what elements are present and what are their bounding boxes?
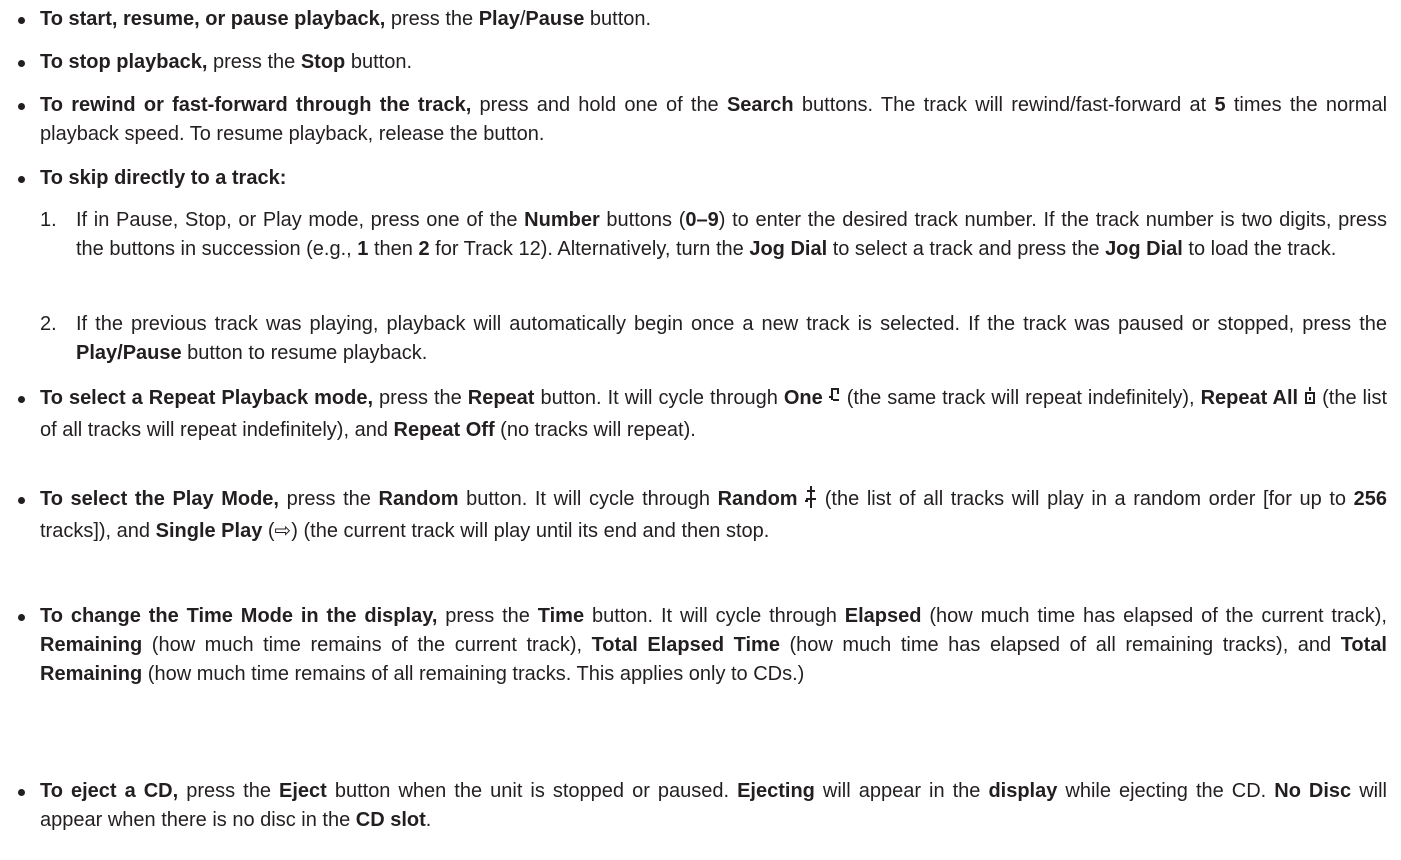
body-text: then xyxy=(368,238,419,260)
lead-text: To start, resume, or pause playback, xyxy=(40,8,386,30)
bullet-dot xyxy=(18,60,25,67)
bullet-dot xyxy=(18,17,25,24)
button-name: Play xyxy=(478,8,520,30)
repeat-all-icon xyxy=(1304,387,1316,416)
item-text: To eject a CD, press the Eject button wh… xyxy=(40,777,1387,835)
body-text: (the same track will repeat indefinitely… xyxy=(840,387,1201,409)
button-name: Play/Pause xyxy=(76,342,182,364)
body-text: button. It will cycle through xyxy=(584,605,845,627)
body-text: press and hold one of the xyxy=(471,94,727,116)
body-text: for Track 12). Alternatively, turn the xyxy=(429,238,750,260)
item-text: To stop playback, press the Stop button. xyxy=(40,48,1387,77)
body-text: press the xyxy=(278,488,379,510)
body-text: buttons. The track will rewind/fast-forw… xyxy=(793,94,1215,116)
body-text: (⇨) (the current track will play until i… xyxy=(262,520,770,542)
button-name: 0–9 xyxy=(685,209,719,231)
body-text: while ejecting the CD. xyxy=(1057,780,1275,802)
item-text: To select a Repeat Playback mode, press … xyxy=(40,384,1387,445)
mode-name: One xyxy=(783,387,823,409)
bullet-dot xyxy=(18,614,25,621)
body-text: (the list of all tracks will play in a r… xyxy=(817,488,1354,510)
body-text: If in Pause, Stop, or Play mode, press o… xyxy=(76,209,525,231)
speed-value: 5 xyxy=(1214,94,1226,116)
button-name: Random xyxy=(378,488,459,510)
item-text: To rewind or fast-forward through the tr… xyxy=(40,91,1387,149)
button-name: Jog Dial xyxy=(749,238,828,260)
digit: 2 xyxy=(418,238,430,260)
body-text: If the previous track was playing, playb… xyxy=(76,313,1387,335)
lead-text: To select the Play Mode, xyxy=(40,488,279,510)
button-name: Eject xyxy=(278,780,327,802)
body-text: press the xyxy=(207,51,301,73)
bullet-dot xyxy=(18,497,25,504)
item-text: To select the Play Mode, press the Rando… xyxy=(40,485,1387,546)
bullet-dot xyxy=(18,103,25,110)
button-name: Stop xyxy=(300,51,346,73)
mode-name: Repeat Off xyxy=(393,419,495,441)
body-text: press the xyxy=(437,605,538,627)
lead-text: To rewind or fast-forward through the tr… xyxy=(40,94,472,116)
mode-name: Elapsed xyxy=(844,605,922,627)
button-name: Pause xyxy=(525,8,585,30)
step-number: 1. xyxy=(40,209,57,231)
body-text: button when the unit is stopped or pause… xyxy=(326,780,738,802)
step-text: If in Pause, Stop, or Play mode, press o… xyxy=(76,206,1387,264)
random-icon xyxy=(805,486,817,517)
digit: 1 xyxy=(357,238,369,260)
button-name: Jog Dial xyxy=(1105,238,1183,260)
body-text: button to resume playback. xyxy=(181,342,428,364)
lead-text: To select a Repeat Playback mode, xyxy=(40,387,374,409)
button-name: Time xyxy=(537,605,585,627)
body-text: buttons ( xyxy=(599,209,686,231)
bullet-dot xyxy=(18,176,25,183)
display-label: display xyxy=(988,780,1058,802)
button-name: Number xyxy=(524,209,600,231)
body-text: . xyxy=(425,809,432,831)
lead-text: To change the Time Mode in the display, xyxy=(40,605,438,627)
body-text: button. xyxy=(345,51,412,73)
body-text: button. xyxy=(584,8,652,30)
mode-name: Single Play xyxy=(155,520,263,542)
body-text: tracks]), and xyxy=(40,520,156,542)
display-message: Ejecting xyxy=(737,780,815,802)
body-text: to select a track and press the xyxy=(827,238,1106,260)
mode-name: Total Elapsed Time xyxy=(591,634,780,656)
item-text: To change the Time Mode in the display, … xyxy=(40,602,1387,689)
bullet-dot xyxy=(18,789,25,796)
slot-label: CD slot xyxy=(355,809,426,831)
display-message: No Disc xyxy=(1274,780,1352,802)
lead-text: To eject a CD, xyxy=(40,780,179,802)
lead-text: To stop playback, xyxy=(40,51,208,73)
body-text: to load the track. xyxy=(1182,238,1337,260)
mode-name: Repeat All xyxy=(1200,387,1299,409)
repeat-one-icon xyxy=(828,387,841,416)
body-text: (how much time has elapsed of all remain… xyxy=(779,634,1341,656)
button-name: Search xyxy=(726,94,794,116)
track-limit: 256 xyxy=(1353,488,1387,510)
mode-name: Random xyxy=(717,488,798,510)
bullet-dot xyxy=(18,396,25,403)
body-text: button. It will cycle through xyxy=(534,387,784,409)
body-text: button. It will cycle through xyxy=(458,488,718,510)
body-text: (how much time has elapsed of the curren… xyxy=(921,605,1387,627)
body-text: will appear in the xyxy=(814,780,989,802)
button-name: Repeat xyxy=(467,387,535,409)
body-text: press the xyxy=(385,8,479,30)
mode-name: Remaining xyxy=(40,634,143,656)
body-text: (how much time remains of all remaining … xyxy=(142,663,805,685)
body-text: (no tracks will repeat). xyxy=(494,419,696,441)
step-number: 2. xyxy=(40,313,57,335)
manual-page: To start, resume, or pause playback, pre… xyxy=(0,0,1401,860)
body-text: (how much time remains of the current tr… xyxy=(142,634,592,656)
lead-text: To skip directly to a track: xyxy=(40,167,287,189)
body-text: press the xyxy=(178,780,279,802)
item-text: To start, resume, or pause playback, pre… xyxy=(40,5,1387,34)
step-text: If the previous track was playing, playb… xyxy=(76,310,1387,368)
body-text: press the xyxy=(373,387,468,409)
item-text: To skip directly to a track: xyxy=(40,164,1387,193)
